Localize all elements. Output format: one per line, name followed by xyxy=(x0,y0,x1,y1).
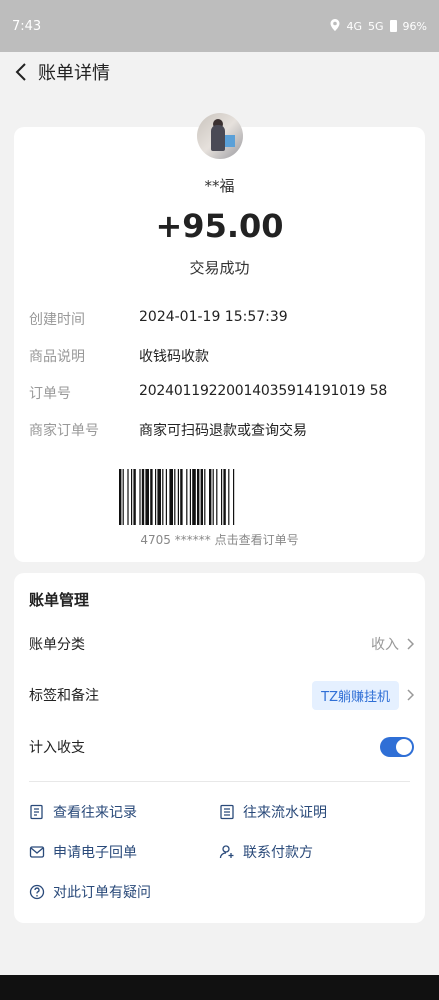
tag-chip[interactable]: TZ躺赚挂机 xyxy=(312,680,399,710)
info-key: 商家订单号 xyxy=(29,423,99,439)
question-link-label: 对此订单有疑问 xyxy=(53,885,151,901)
info-row-description: 商品说明 收钱码收款 xyxy=(29,346,419,366)
avatar-object xyxy=(225,135,235,147)
info-row-merchant-order: 商家订单号 商家可扫码退款或查询交易 xyxy=(29,420,419,440)
chevron-right-icon xyxy=(407,689,414,701)
avatar[interactable] xyxy=(197,113,243,159)
history-link[interactable]: 查看往来记录 xyxy=(29,802,137,822)
info-key: 商品说明 xyxy=(29,349,85,365)
battery-percent: 96% xyxy=(402,19,427,33)
statement-link-label: 往来流水证明 xyxy=(243,805,327,821)
battery-icon xyxy=(389,20,397,32)
transaction-status: 交易成功 xyxy=(189,259,250,277)
page-title: 账单详情 xyxy=(38,63,110,84)
barcode-caption[interactable]: 4705 ****** 点击查看订单号 xyxy=(14,531,425,548)
status-icons: 4G 5G 96% xyxy=(330,18,427,34)
status-bar: 7:43 4G 5G 96% xyxy=(0,0,439,52)
count-toggle[interactable] xyxy=(380,737,414,757)
barcode[interactable] xyxy=(119,469,319,525)
tags-value-wrap: TZ躺赚挂机 xyxy=(312,680,414,710)
section-title: 账单管理 xyxy=(29,591,90,609)
tags-label: 标签和备注 xyxy=(29,688,99,704)
category-label: 账单分类 xyxy=(29,637,85,653)
network-icon-5g: 5G xyxy=(368,19,384,33)
contact-link-label: 联系付款方 xyxy=(243,845,313,861)
chevron-right-icon xyxy=(407,638,414,650)
avatar-body xyxy=(211,125,225,151)
document-icon xyxy=(220,804,234,820)
nav-bar: 账单详情 xyxy=(0,52,439,92)
tags-row[interactable]: 标签和备注 TZ躺赚挂机 xyxy=(29,680,414,710)
category-row[interactable]: 账单分类 收入 xyxy=(29,629,414,659)
divider xyxy=(29,781,410,782)
receipt-icon xyxy=(30,804,43,820)
question-link[interactable]: 对此订单有疑问 xyxy=(29,882,151,902)
info-value: 收钱码收款 xyxy=(139,349,209,365)
contact-link[interactable]: 联系付款方 xyxy=(219,842,313,862)
status-time: 7:43 xyxy=(12,18,42,34)
mail-icon xyxy=(29,846,45,858)
count-row: 计入收支 xyxy=(29,732,414,762)
payer-name: **福 xyxy=(204,177,235,195)
count-label: 计入收支 xyxy=(29,740,85,756)
bottom-bar xyxy=(0,975,439,1000)
receipt-link-label: 申请电子回单 xyxy=(53,845,137,861)
info-row-created: 创建时间 2024-01-19 15:57:39 xyxy=(29,309,419,329)
history-link-label: 查看往来记录 xyxy=(53,805,137,821)
back-button[interactable] xyxy=(10,61,32,83)
bill-card: **福 +95.00 交易成功 创建时间 2024-01-19 15:57:39… xyxy=(14,113,425,562)
info-value: 2024-01-19 15:57:39 xyxy=(139,309,288,325)
category-value-wrap: 收入 xyxy=(371,634,414,654)
info-key: 创建时间 xyxy=(29,312,85,328)
network-icon-4g: 4G xyxy=(346,19,363,33)
management-card: 账单管理 账单分类 收入 标签和备注 TZ躺赚挂机 计入收支 查看往来记录 往来… xyxy=(14,573,425,923)
help-icon xyxy=(29,884,45,900)
amount: +95.00 xyxy=(155,207,284,245)
info-key: 订单号 xyxy=(29,386,71,402)
receipt-link[interactable]: 申请电子回单 xyxy=(29,842,137,862)
info-row-order-id: 订单号 20240119220014035914191019 58 xyxy=(29,383,419,403)
chevron-left-icon xyxy=(15,63,26,81)
info-value: 20240119220014035914191019 58 xyxy=(139,383,388,399)
user-add-icon xyxy=(219,845,234,859)
location-icon xyxy=(330,18,340,34)
category-value: 收入 xyxy=(371,637,399,653)
info-value: 商家可扫码退款或查询交易 xyxy=(139,423,307,439)
statement-link[interactable]: 往来流水证明 xyxy=(219,802,327,822)
